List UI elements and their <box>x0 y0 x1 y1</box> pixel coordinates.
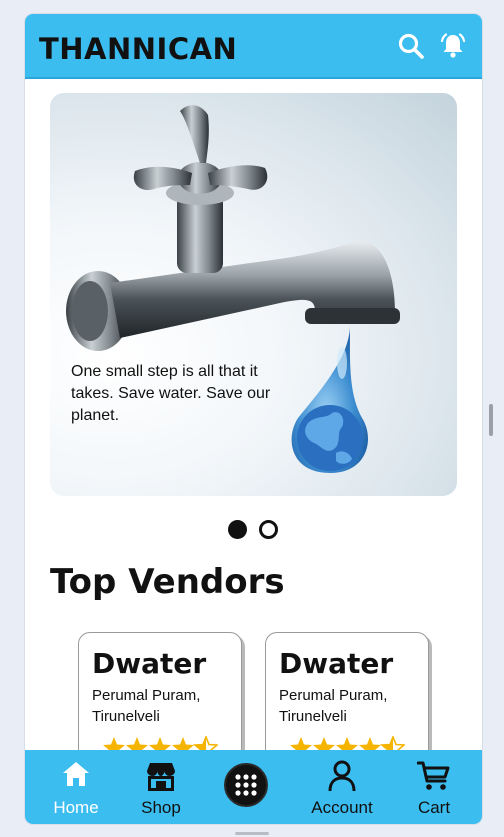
nav-item-menu[interactable] <box>221 750 271 824</box>
carousel-dot-1[interactable] <box>228 520 247 539</box>
top-app-bar: THANNICAN <box>25 14 482 79</box>
bell-icon[interactable] <box>439 32 467 60</box>
cart-icon <box>417 761 450 790</box>
menu-button[interactable] <box>224 763 268 807</box>
carousel-dot-2[interactable] <box>259 520 278 539</box>
search-icon[interactable] <box>397 32 425 60</box>
shop-icon <box>147 763 175 791</box>
home-icon <box>63 762 89 786</box>
nav-item-account[interactable]: Account <box>302 750 382 824</box>
vendor-address: Perumal Puram, Tirunelveli <box>279 687 388 725</box>
nav-label-shop: Shop <box>141 798 181 817</box>
nav-label-account: Account <box>311 798 373 817</box>
gesture-bar[interactable] <box>235 832 269 835</box>
promo-banner-carousel[interactable]: One small step is all that it takes. Sav… <box>50 93 457 496</box>
bottom-navigation-bar: Home Shop Account Cart <box>25 750 482 824</box>
nav-item-cart[interactable]: Cart <box>409 750 459 824</box>
nav-label-cart: Cart <box>417 798 451 817</box>
section-title-top-vendors: Top Vendors <box>50 562 285 602</box>
banner-caption: One small step is all that it takes. Sav… <box>71 363 271 424</box>
account-icon <box>328 760 356 792</box>
app-brand-title: THANNICAN <box>39 32 238 66</box>
vendor-name: Dwater <box>279 647 394 680</box>
vendor-address: Perumal Puram, Tirunelveli <box>92 687 201 725</box>
water-tap-illustration <box>66 105 400 473</box>
window-resize-handle[interactable] <box>489 404 493 436</box>
nav-item-shop[interactable]: Shop <box>131 750 191 824</box>
grid-menu-icon <box>235 774 257 796</box>
vendor-name: Dwater <box>92 647 207 680</box>
nav-item-home[interactable]: Home <box>45 750 107 824</box>
nav-label-home: Home <box>53 798 99 817</box>
app-screen: THANNICAN One small step is all that it … <box>25 14 482 824</box>
